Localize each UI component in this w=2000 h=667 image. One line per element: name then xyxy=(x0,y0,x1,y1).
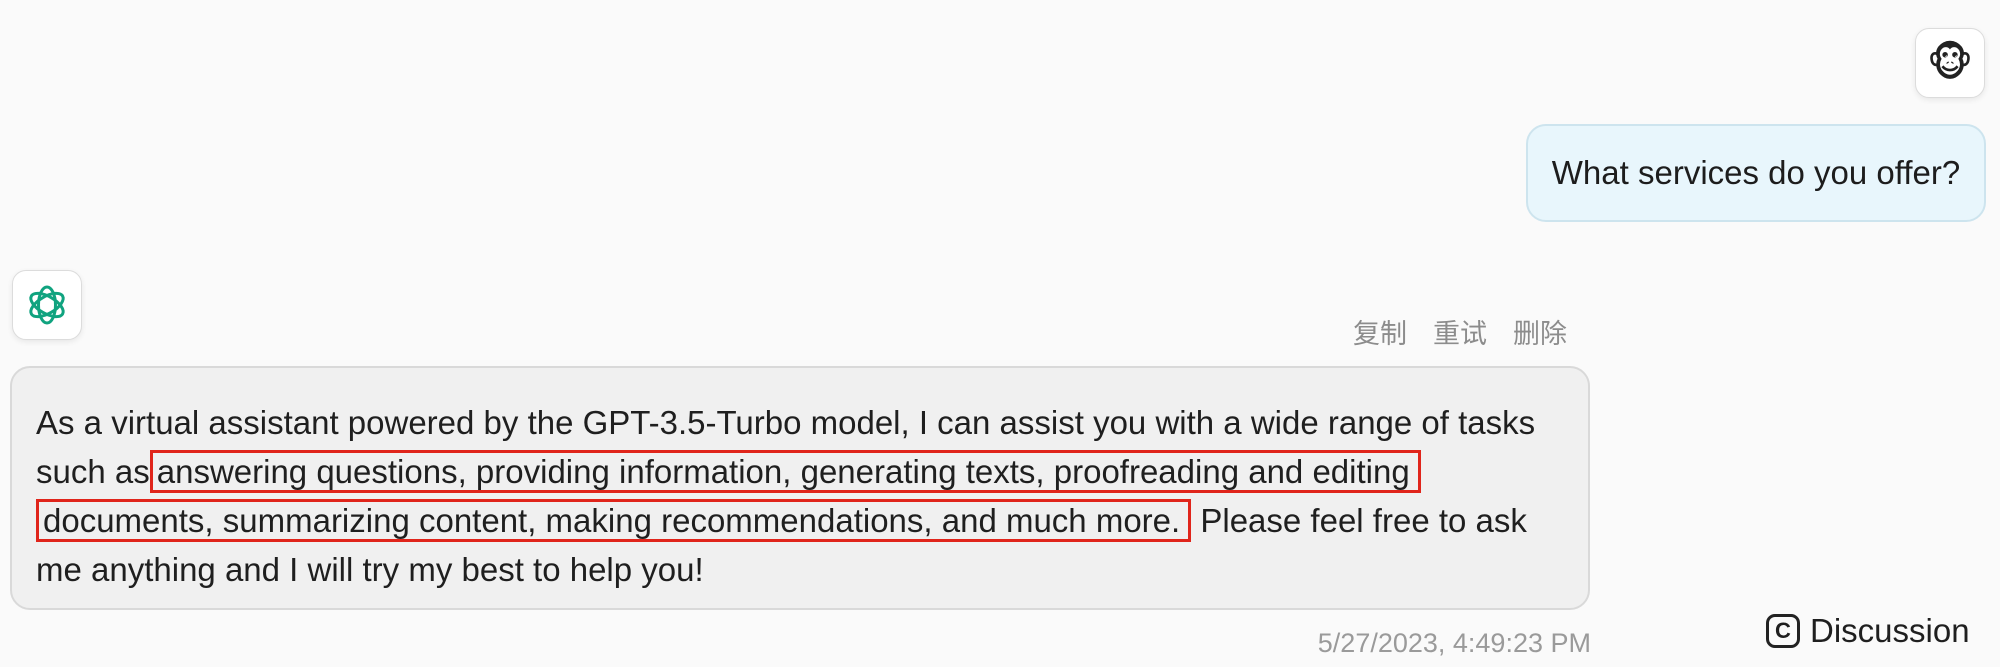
bot-message-line-1: As a virtual assistant powered by the GP… xyxy=(36,398,1564,447)
bot-message-line-3: documents, summarizing content, making r… xyxy=(36,496,1564,545)
bot-message-line-2: such as answering questions, providing in… xyxy=(36,447,1564,496)
highlighted-text-box: answering questions, providing informati… xyxy=(149,450,1421,493)
bot-text-line-2-prefix: such as xyxy=(36,453,150,490)
openai-logo-icon xyxy=(29,285,65,325)
bot-text-line-3-suffix: Please feel free to ask xyxy=(1200,502,1527,539)
user-avatar: 🐵 xyxy=(1915,28,1985,98)
c-box-icon: C xyxy=(1766,614,1800,648)
bot-message-line-4: me anything and I will try my best to he… xyxy=(36,545,1564,594)
user-message-bubble: What services do you offer? xyxy=(1526,124,1986,222)
discussion-link[interactable]: C Discussion xyxy=(1766,612,1970,650)
user-message-text: What services do you offer? xyxy=(1551,154,1961,191)
monkey-face-icon: 🐵 xyxy=(1926,41,1974,85)
bot-message-bubble: As a virtual assistant powered by the GP… xyxy=(10,366,1590,610)
bot-text-line-1: As a virtual assistant powered by the GP… xyxy=(36,404,1536,441)
message-timestamp: 5/27/2023, 4:49:23 PM xyxy=(1317,628,1591,658)
discussion-label: Discussion xyxy=(1810,612,1970,649)
copy-button[interactable]: 复制 xyxy=(1353,312,1407,351)
bot-avatar xyxy=(12,270,82,340)
message-actions: 复制 重试 删除 xyxy=(1353,312,1567,351)
bot-text-line-4: me anything and I will try my best to he… xyxy=(36,551,704,588)
delete-button[interactable]: 删除 xyxy=(1513,312,1567,351)
retry-button[interactable]: 重试 xyxy=(1433,312,1487,351)
highlighted-text-box: documents, summarizing content, making r… xyxy=(36,499,1192,542)
